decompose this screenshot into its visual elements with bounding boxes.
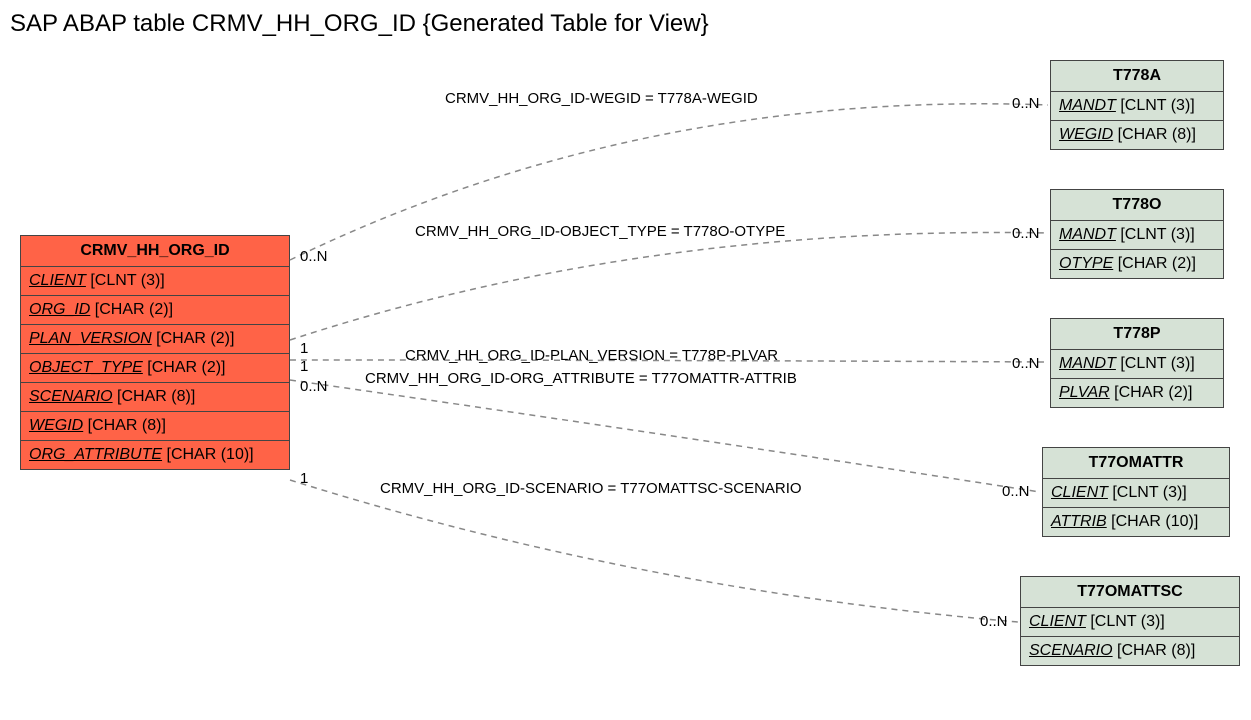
table-row: OTYPE [CHAR (2)] <box>1051 250 1223 278</box>
ref-table-header: T77OMATTSC <box>1021 577 1239 608</box>
main-table: CRMV_HH_ORG_ID CLIENT [CLNT (3)] ORG_ID … <box>20 235 290 470</box>
ref-table-t778a: T778A MANDT [CLNT (3)] WEGID [CHAR (8)] <box>1050 60 1224 150</box>
cardinality-label: 0..N <box>300 378 328 395</box>
table-row: ATTRIB [CHAR (10)] <box>1043 508 1229 536</box>
ref-table-t77omattsc: T77OMATTSC CLIENT [CLNT (3)] SCENARIO [C… <box>1020 576 1240 666</box>
table-row: WEGID [CHAR (8)] <box>21 412 289 441</box>
table-row: CLIENT [CLNT (3)] <box>1021 608 1239 637</box>
table-row: CLIENT [CLNT (3)] <box>1043 479 1229 508</box>
table-row: PLVAR [CHAR (2)] <box>1051 379 1223 407</box>
table-row: ORG_ID [CHAR (2)] <box>21 296 289 325</box>
cardinality-label: 0..N <box>300 248 328 265</box>
relation-label: CRMV_HH_ORG_ID-PLAN_VERSION = T778P-PLVA… <box>405 347 778 364</box>
table-row: MANDT [CLNT (3)] <box>1051 221 1223 250</box>
relation-label: CRMV_HH_ORG_ID-WEGID = T778A-WEGID <box>445 90 758 107</box>
table-row: MANDT [CLNT (3)] <box>1051 350 1223 379</box>
cardinality-label: 1 <box>300 470 308 487</box>
table-row: PLAN_VERSION [CHAR (2)] <box>21 325 289 354</box>
ref-table-header: T778P <box>1051 319 1223 350</box>
cardinality-label: 0..N <box>1012 95 1040 112</box>
table-row: ORG_ATTRIBUTE [CHAR (10)] <box>21 441 289 469</box>
ref-table-t77omattr: T77OMATTR CLIENT [CLNT (3)] ATTRIB [CHAR… <box>1042 447 1230 537</box>
table-row: MANDT [CLNT (3)] <box>1051 92 1223 121</box>
ref-table-t778p: T778P MANDT [CLNT (3)] PLVAR [CHAR (2)] <box>1050 318 1224 408</box>
cardinality-label: 0..N <box>980 613 1008 630</box>
ref-table-header: T778O <box>1051 190 1223 221</box>
table-row: SCENARIO [CHAR (8)] <box>1021 637 1239 665</box>
cardinality-label: 0..N <box>1002 483 1030 500</box>
table-row: SCENARIO [CHAR (8)] <box>21 383 289 412</box>
relation-label: CRMV_HH_ORG_ID-SCENARIO = T77OMATTSC-SCE… <box>380 480 802 497</box>
ref-table-header: T778A <box>1051 61 1223 92</box>
cardinality-label: 0..N <box>1012 225 1040 242</box>
main-table-header: CRMV_HH_ORG_ID <box>21 236 289 267</box>
relation-label: CRMV_HH_ORG_ID-ORG_ATTRIBUTE = T77OMATTR… <box>365 370 797 387</box>
ref-table-t778o: T778O MANDT [CLNT (3)] OTYPE [CHAR (2)] <box>1050 189 1224 279</box>
cardinality-label: 1 <box>300 340 308 357</box>
table-row: OBJECT_TYPE [CHAR (2)] <box>21 354 289 383</box>
cardinality-label: 1 <box>300 358 308 375</box>
cardinality-label: 0..N <box>1012 355 1040 372</box>
table-row: WEGID [CHAR (8)] <box>1051 121 1223 149</box>
ref-table-header: T77OMATTR <box>1043 448 1229 479</box>
diagram-title: SAP ABAP table CRMV_HH_ORG_ID {Generated… <box>10 10 709 38</box>
relation-label: CRMV_HH_ORG_ID-OBJECT_TYPE = T778O-OTYPE <box>415 223 785 240</box>
table-row: CLIENT [CLNT (3)] <box>21 267 289 296</box>
